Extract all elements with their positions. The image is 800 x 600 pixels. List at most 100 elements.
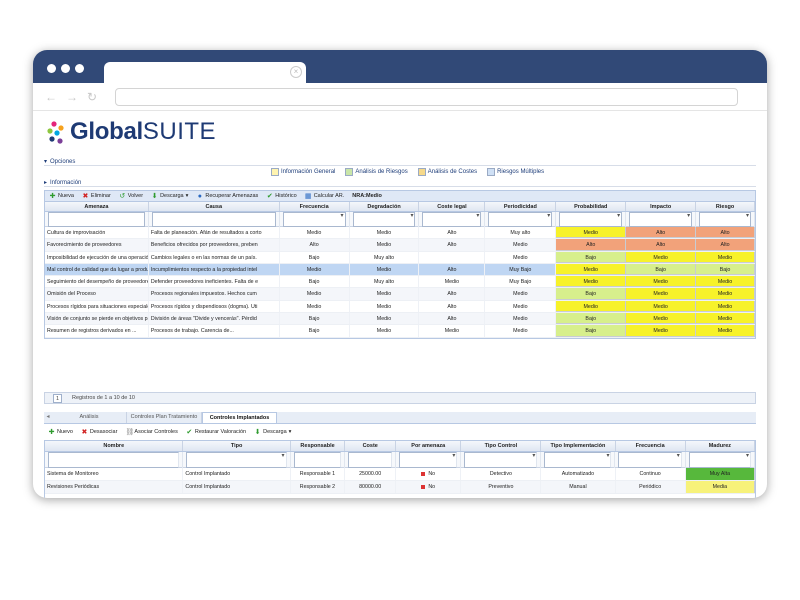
table-row[interactable]: Cultura de improvisación Falta de planeac… (45, 227, 756, 240)
recuperar-label: Recuperar Amenazas (205, 193, 259, 199)
filter-input[interactable] (48, 451, 180, 468)
filter-select[interactable] (699, 211, 752, 227)
forward-arrow-icon[interactable]: → (66, 91, 78, 103)
window-dot-maximize[interactable] (75, 64, 84, 73)
nuevo-button[interactable]: ✚ Nuevo (48, 429, 73, 436)
option-riesgos-multiples[interactable]: Riesgos Múltiples (487, 168, 544, 176)
column-header[interactable]: Nombre (45, 441, 184, 451)
table-cell: Revisiones Periódicas (45, 481, 184, 493)
filter-input[interactable] (151, 211, 276, 227)
table-row[interactable]: Procesos rígidos para situaciones especi… (45, 300, 756, 314)
browser-tab[interactable]: × (104, 62, 306, 83)
table-row[interactable]: Imposibilidad de ejecución de una operac… (45, 251, 756, 264)
filter-select[interactable] (422, 211, 482, 227)
filter-select[interactable] (464, 451, 538, 468)
section-opciones[interactable]: ▾ Opciones (44, 158, 756, 166)
desasociar-button[interactable]: ✖ Desasociar (81, 429, 117, 436)
filter-select[interactable] (488, 211, 553, 227)
filter-input[interactable] (293, 451, 342, 468)
filter-input[interactable] (348, 451, 393, 468)
column-header[interactable]: Madurez (686, 441, 755, 451)
recuperar-amenazas-button[interactable]: ● Recuperar Amenazas (196, 193, 259, 200)
reload-icon[interactable]: ↻ (87, 91, 97, 103)
table-row[interactable]: Mal control de calidad que da lugar a pr… (45, 263, 756, 277)
filter-select[interactable] (688, 451, 751, 468)
filter-select[interactable] (559, 211, 623, 227)
historico-button[interactable]: ✔ Histórico (266, 193, 297, 200)
table-cell: Medio (696, 300, 756, 313)
column-header[interactable]: Causa (149, 202, 280, 211)
calcular-button[interactable]: ▦ Calcular AR. (305, 193, 344, 200)
filter-input[interactable] (48, 211, 145, 227)
table-cell: Imposibilidad de ejecución de una operac… (45, 251, 149, 263)
column-header[interactable]: Frecuencia (616, 441, 686, 451)
column-header[interactable]: Periodicidad (485, 202, 557, 211)
column-header[interactable]: Frecuencia (280, 202, 350, 211)
table-row[interactable]: Seguimiento del desempeño de proveedores… (45, 276, 756, 289)
back-arrow-icon[interactable]: ← (45, 91, 57, 103)
column-header[interactable]: Coste (345, 441, 397, 451)
filter-select[interactable] (544, 451, 612, 468)
tab-controles-plan-tratamiento[interactable]: Controles Plan Tratamiento (127, 412, 202, 423)
column-header[interactable]: Tipo Implementación (541, 441, 616, 451)
filter-select[interactable] (282, 211, 346, 227)
window-dot-minimize[interactable] (61, 64, 70, 73)
table-cell: Muy Bajo (485, 263, 557, 276)
column-header[interactable]: Responsable (291, 441, 346, 451)
table-row[interactable]: Resumen de registros derivados en ... Pro… (45, 325, 756, 338)
restaurar-valoracion-button[interactable]: ✔ Restaurar Valoración (186, 429, 246, 436)
filter-select[interactable] (618, 451, 682, 468)
close-icon[interactable]: × (290, 66, 302, 78)
option-label: Análisis de Riesgos (355, 169, 408, 175)
descarga2-button[interactable]: ⬇ Descarga ▾ (254, 429, 292, 436)
tab-controles-implantados[interactable]: Controles Implantados (202, 412, 277, 423)
column-header[interactable]: Probabilidad (556, 202, 627, 211)
table-cell: Alto (696, 227, 756, 239)
table-cell: Medio (556, 276, 627, 288)
table-cell: Cultura de improvisación (45, 227, 149, 239)
table-cell: Medio (350, 300, 420, 313)
table-row[interactable]: Visión de conjunto se pierde en objetivo… (45, 313, 756, 326)
filter-select[interactable] (352, 211, 416, 227)
table-cell: Medio (556, 263, 627, 276)
nueva-button[interactable]: ✚ Nueva (49, 193, 74, 200)
table-cell: Alto (419, 288, 486, 300)
column-header[interactable]: Impacto (626, 202, 697, 211)
chevron-left-icon[interactable]: ◂ (44, 412, 52, 423)
option-analisis-riesgos[interactable]: Análisis de Riesgos (345, 168, 408, 176)
column-header[interactable]: Riesgo (696, 202, 756, 211)
table-row[interactable]: Revisiones Periódicas Control Implantado R… (45, 481, 755, 494)
column-header[interactable]: Por amenaza (396, 441, 462, 451)
table-row[interactable]: Sistema de Monitoreo Control Implantado Re… (45, 468, 755, 481)
filter-cell (345, 451, 397, 468)
table-row[interactable]: Favorecimiento de proveedores Beneficios … (45, 239, 756, 252)
column-header[interactable]: Amenaza (45, 202, 149, 211)
table-cell: Bajo (280, 313, 350, 325)
volver-button[interactable]: ↺ Volver (119, 193, 143, 200)
table-cell: Medio (280, 300, 350, 313)
column-header[interactable]: Degradación (350, 202, 420, 211)
filter-select[interactable] (399, 451, 458, 468)
table-cell: Seguimiento del desempeño de proveedores (45, 276, 149, 288)
table-cell: Medio (626, 325, 697, 337)
asociar-controles-button[interactable]: ⛓ Asociar Controles (125, 429, 177, 436)
page-number-input[interactable]: 1 (53, 393, 62, 403)
column-header[interactable]: Coste legal (419, 202, 486, 211)
section-informacion[interactable]: ▸ Información (44, 179, 756, 187)
column-header[interactable]: Tipo Control (461, 441, 542, 451)
tab-analisis[interactable]: Análisis (52, 412, 127, 423)
option-informacion-general[interactable]: Información General (271, 168, 335, 176)
option-analisis-costes[interactable]: Análisis de Costes (417, 168, 477, 176)
filter-select[interactable] (186, 451, 287, 468)
descarga-button[interactable]: ⬇ Descarga ▾ (151, 193, 189, 200)
historico-label: Histórico (275, 193, 297, 199)
window-dot-close[interactable] (47, 64, 56, 73)
column-header[interactable]: Tipo (183, 441, 291, 451)
delete-icon: ✖ (82, 192, 89, 200)
eliminar-button[interactable]: ✖ Eliminar (82, 192, 110, 200)
address-bar[interactable] (115, 88, 738, 106)
table-row[interactable]: Omisión del Proceso Procesos regionales i… (45, 288, 756, 301)
filter-select[interactable] (629, 211, 693, 227)
option-links: Información General Análisis de Riesgos … (271, 168, 544, 176)
chevron-down-icon: ▾ (288, 429, 292, 435)
